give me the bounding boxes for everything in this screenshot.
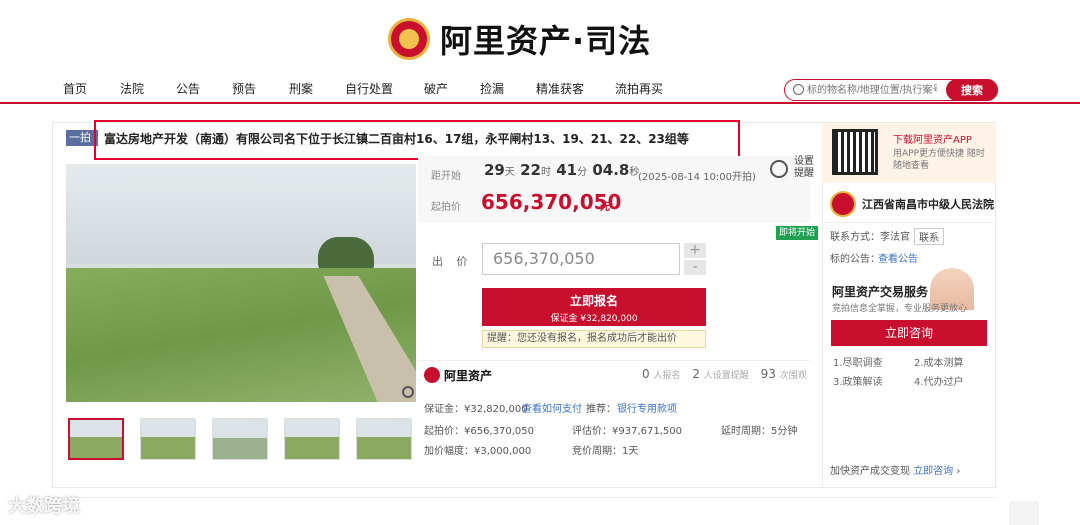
search-button[interactable]: 搜索 bbox=[946, 79, 998, 101]
auction-stats: 0 人报名 2 人设置提醒 93 次围观 bbox=[642, 367, 807, 381]
nav-home[interactable]: 首页 bbox=[63, 80, 87, 97]
search-box: 搜索 bbox=[784, 79, 998, 101]
countdown-hours: 22 bbox=[520, 161, 541, 179]
countdown-minutes: 41 bbox=[556, 161, 578, 179]
thumbnail-4[interactable] bbox=[284, 418, 340, 460]
thumbnail-3[interactable] bbox=[212, 418, 268, 460]
service-ad-title: 阿里资产交易服务 bbox=[832, 285, 929, 299]
signup-tip: 提醒：您还没有报名，报名成功后才能出价 bbox=[482, 330, 706, 348]
nav-notices[interactable]: 公告 bbox=[176, 80, 200, 97]
service-ad-subtitle: 竞拍信息全掌握，专业服务更放心 bbox=[832, 304, 968, 314]
thumbnail-5[interactable] bbox=[356, 418, 412, 460]
nav-criminal[interactable]: 刑案 bbox=[289, 80, 313, 97]
court-info[interactable]: 江西省南昌市中级人民法院 bbox=[830, 191, 994, 217]
nav-bargains[interactable]: 捡漏 bbox=[480, 80, 504, 97]
nav-reauction[interactable]: 流拍再买 bbox=[615, 80, 663, 97]
countdown: 29天 22时 41分 04.8秒 bbox=[484, 161, 640, 179]
section-divider bbox=[418, 360, 810, 361]
decrease-bid-button[interactable]: - bbox=[684, 260, 706, 275]
back-to-top-button[interactable] bbox=[1009, 501, 1039, 525]
bank-payment-link[interactable]: 银行专用款项 bbox=[617, 400, 677, 415]
signup-button-label: 立即报名 bbox=[569, 294, 618, 308]
ali-assets-brand: 阿里资产 bbox=[424, 367, 492, 384]
start-price-detail: 起拍价：¥656,370,050 bbox=[424, 426, 534, 437]
contact-label: 联系方式：李法官 bbox=[830, 232, 910, 243]
thumbnail-1[interactable] bbox=[68, 418, 124, 460]
service-item-transfer: 4.代办过户 bbox=[914, 377, 964, 388]
download-app-title[interactable]: 下载阿里资产APP bbox=[893, 131, 972, 146]
brand-name: 阿里资产·司法 bbox=[440, 22, 652, 60]
service-item-policy: 3.政策解读 bbox=[833, 377, 883, 388]
appraisal-price: 评估价：¥937,671,500 bbox=[572, 426, 682, 437]
ali-assets-logo-icon bbox=[424, 367, 440, 383]
contact-button[interactable]: 联系 bbox=[914, 228, 944, 245]
increase-bid-button[interactable]: + bbox=[684, 243, 706, 258]
recommend-label: 推荐： bbox=[586, 404, 616, 415]
deposit-help-link[interactable]: 查看如何支付 bbox=[522, 400, 582, 415]
deposit-info: 保证金：¥32,820,000 bbox=[424, 404, 528, 415]
announcement-link[interactable]: 查看公告 bbox=[878, 250, 918, 265]
bid-increment: 加价幅度：¥3,000,000 bbox=[424, 446, 532, 457]
currency-label: 元 bbox=[600, 202, 610, 213]
qr-code-icon bbox=[832, 129, 878, 175]
consult-button[interactable]: 立即咨询 bbox=[831, 320, 987, 346]
listing-title: 富达房地产开发（南通）有限公司名下位于长江镇二百亩村16、17组，永平闸村13、… bbox=[104, 132, 689, 146]
brand-logo[interactable]: 阿里资产·司法 bbox=[388, 16, 651, 62]
bidding-cycle: 竞价周期：1天 bbox=[572, 446, 639, 457]
nav-bankruptcy[interactable]: 破产 bbox=[424, 80, 448, 97]
nav-preview[interactable]: 预告 bbox=[232, 80, 256, 97]
nav-precision[interactable]: 精准获客 bbox=[536, 80, 584, 97]
service-item-cost-estimate: 2.成本测算 bbox=[914, 358, 964, 369]
thumbnail-2[interactable] bbox=[140, 418, 196, 460]
search-input[interactable] bbox=[807, 82, 937, 98]
search-icon bbox=[793, 84, 804, 95]
court-emblem-small-icon bbox=[830, 191, 856, 217]
bottom-divider bbox=[52, 497, 996, 525]
court-emblem-icon bbox=[388, 18, 430, 60]
bid-label: 出 价 bbox=[432, 255, 473, 268]
start-price-label: 起拍价 bbox=[431, 202, 461, 213]
announcement-label: 标的公告： bbox=[830, 254, 880, 265]
site-header: 阿里资产·司法 bbox=[0, 0, 1080, 72]
download-app-description: 用APP更方便快捷 随时随地查看 bbox=[893, 149, 985, 171]
extension-period: 延时周期：5分钟 bbox=[721, 426, 798, 437]
status-badge: 即将开始 bbox=[776, 226, 818, 240]
countdown-days: 29 bbox=[484, 161, 505, 179]
service-item-due-diligence: 1.尽职调查 bbox=[833, 358, 883, 369]
fast-sale-link[interactable]: 加快资产成交变现 立即咨询 › bbox=[830, 462, 960, 477]
set-reminder-button[interactable]: 设置提醒 bbox=[794, 156, 820, 180]
countdown-seconds: 04.8 bbox=[592, 161, 630, 179]
nav-self-disposal[interactable]: 自行处置 bbox=[345, 80, 393, 97]
thumbnail-strip bbox=[68, 418, 418, 462]
clock-icon[interactable] bbox=[770, 160, 788, 178]
zoom-icon[interactable] bbox=[402, 386, 414, 398]
bid-input[interactable]: 656,370,050 bbox=[482, 243, 680, 275]
property-photo[interactable] bbox=[66, 164, 416, 402]
watermark: 大数跨境 bbox=[8, 496, 80, 517]
nav-courts[interactable]: 法院 bbox=[120, 80, 144, 97]
countdown-label: 距开始 bbox=[431, 171, 461, 182]
signup-button[interactable]: 立即报名 保证金 ¥32,820,000 bbox=[482, 288, 706, 326]
deposit-label: 保证金 ¥32,820,000 bbox=[550, 314, 638, 324]
sidebar-divider bbox=[822, 222, 996, 223]
auction-start-time: (2025-08-14 10:00开拍) bbox=[638, 172, 756, 183]
